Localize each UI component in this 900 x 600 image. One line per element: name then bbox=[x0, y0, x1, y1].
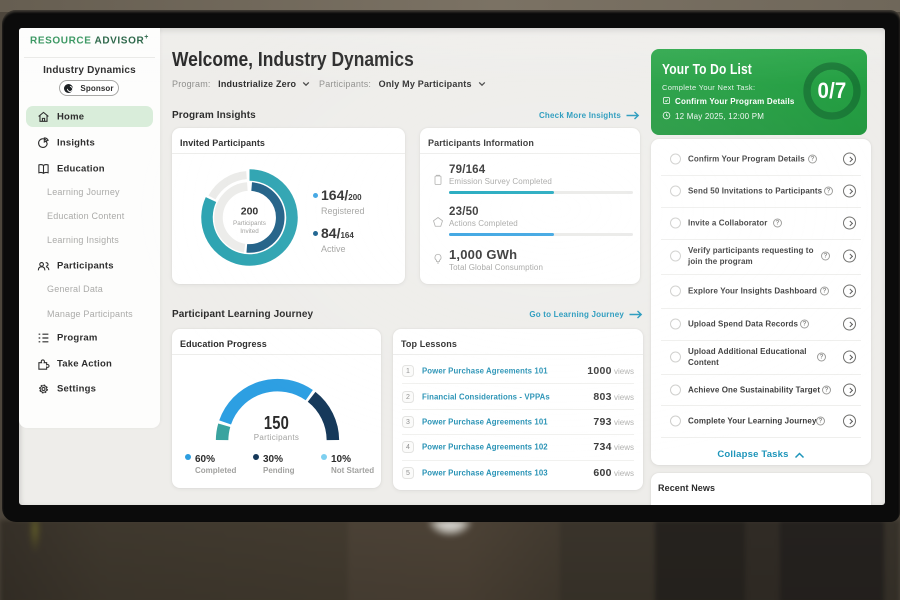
svg-text:Participants: Participants bbox=[233, 220, 266, 227]
svg-text:200: 200 bbox=[241, 206, 259, 218]
svg-text:Invited: Invited bbox=[240, 228, 259, 235]
